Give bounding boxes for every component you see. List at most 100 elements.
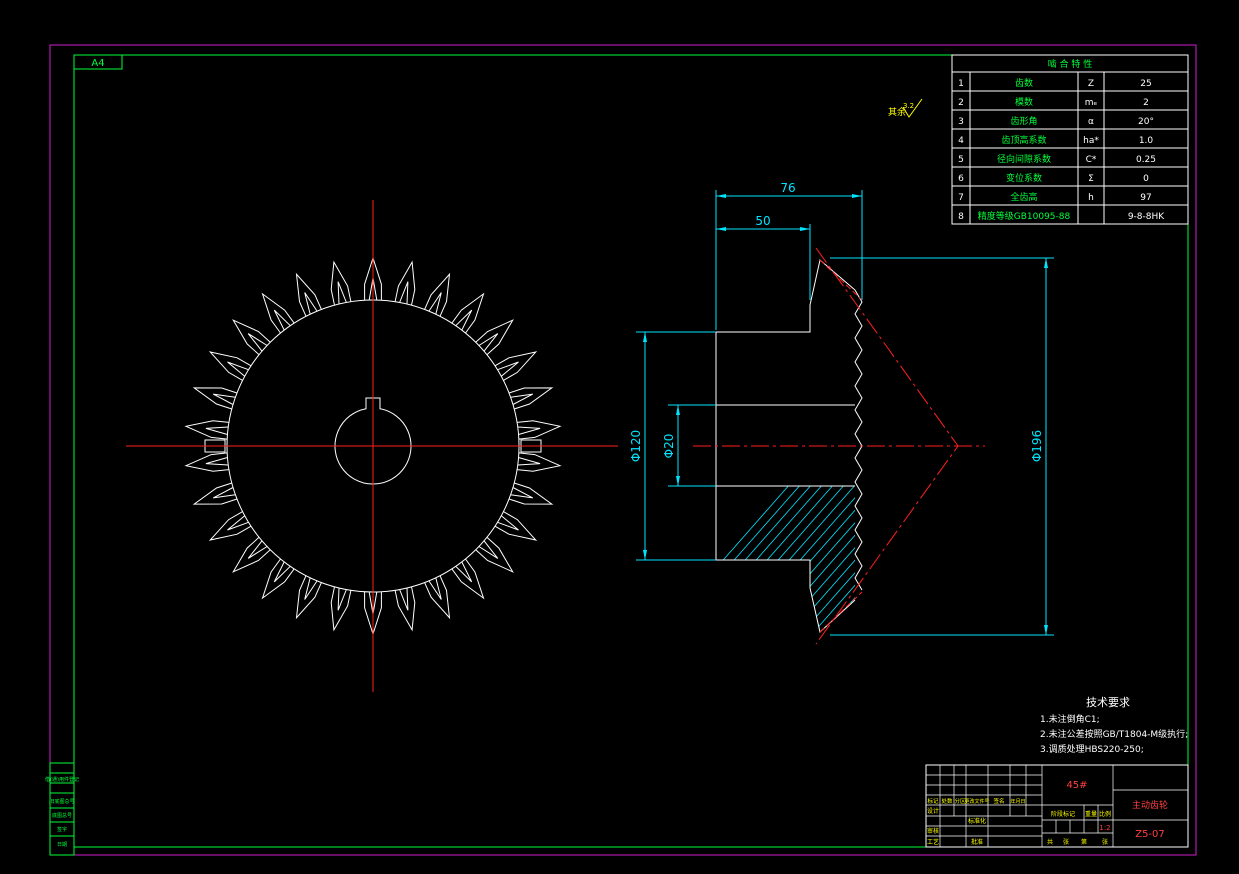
gear-tooth-inner	[399, 281, 409, 305]
gear-tooth	[184, 452, 229, 472]
section-hatch-bottom	[716, 200, 1239, 700]
tb-header-3: 更改文件号	[964, 798, 989, 805]
table-cell-name: 变位系数	[1006, 172, 1042, 184]
hatch-line	[886, 200, 1239, 700]
tb-part-name: 主动齿轮	[1132, 799, 1168, 811]
table-cell-symbol: Z	[1088, 79, 1094, 89]
table-cell-no: 4	[958, 136, 964, 146]
tb-left-0: 设计	[927, 807, 939, 815]
hatch-line	[919, 200, 1239, 700]
table-cell-value: 25	[1140, 79, 1151, 89]
table-cell-name: 齿形角	[1010, 115, 1037, 127]
tech-req-title: 技术要求	[1086, 696, 1130, 709]
hatch-line	[963, 200, 1239, 700]
gear-tooth-inner	[337, 587, 347, 611]
hatch-line	[716, 486, 855, 632]
surface-roughness-symbol: 其余 3.2	[888, 98, 923, 118]
hatch-line	[985, 200, 1239, 700]
table-cell-value: 0	[1143, 174, 1149, 184]
table-cell-value: 2	[1143, 98, 1149, 108]
table-cell-value: 1.0	[1139, 136, 1154, 146]
gear-tooth	[394, 586, 416, 632]
hatch-line	[731, 260, 855, 405]
tb-material: 45#	[1066, 780, 1087, 791]
gear-tooth-inner	[399, 587, 409, 611]
drawing-canvas: A4 借(通)用件登记 旧底图总号 底图总号 签字 日期 其余 3.2 76 5…	[45, 44, 1239, 856]
gear-tooth	[192, 482, 238, 505]
hatch-line	[716, 260, 855, 405]
hatch-line	[775, 260, 855, 405]
hatch-line	[886, 200, 1239, 700]
left-strip: 借(通)用件登记 旧底图总号 底图总号 签字 日期	[45, 762, 79, 856]
section-hatch-top	[716, 200, 1239, 700]
tb-left-1: 审核	[927, 827, 939, 835]
hatch-line	[716, 260, 855, 405]
table-cell-value: 20°	[1138, 117, 1154, 127]
hatch-line	[797, 486, 855, 632]
table-cell-symbol: mₑ	[1085, 98, 1098, 108]
gear-parameter-table: 啮 合 特 性 1 齿数 Z 25 2 模数 mₑ 2 3 齿形角 α 20° 4 齿顶高系数 ha* 1.0…	[951, 54, 1189, 225]
hatch-line	[764, 486, 855, 632]
gear-tooth-inner	[517, 426, 541, 435]
hatch-line	[875, 200, 1239, 700]
tech-req-item-3: 3.调质处理HBS220-250;	[1040, 743, 1144, 755]
table-cell-name: 模数	[1015, 96, 1033, 108]
gear-tooth	[330, 586, 352, 632]
dim-196-label: Φ196	[1030, 430, 1044, 462]
tech-req-item-2: 2.未注公差按照GB/T1804-M级执行;	[1040, 728, 1188, 740]
hatch-line	[786, 486, 855, 632]
hatch-line	[908, 200, 1239, 700]
left-strip-label-2: 旧底图总号	[49, 798, 74, 805]
hatch-line	[716, 260, 855, 405]
table-cell-name: 齿顶高系数	[1001, 134, 1046, 146]
hatch-line	[908, 200, 1239, 700]
hatch-line	[716, 260, 855, 405]
section-outline-bottom	[715, 332, 856, 633]
hatch-line	[720, 260, 855, 405]
gear-tooth-inner	[510, 393, 534, 405]
table-cell-value: 97	[1140, 193, 1151, 203]
hatch-line	[919, 200, 1239, 700]
gear-tooth-inner	[337, 281, 347, 305]
gear-tooth	[517, 452, 562, 472]
dim-120-label: Φ120	[629, 430, 643, 462]
hatch-line	[864, 200, 1239, 700]
hatch-line	[716, 486, 855, 632]
hatch-line	[716, 260, 855, 405]
table-cell-symbol: Σ	[1088, 174, 1094, 184]
hatch-line	[764, 260, 855, 405]
table-cell-symbol: C*	[1086, 155, 1097, 165]
tech-req-item-1: 1.未注倒角C1;	[1040, 713, 1100, 725]
gear-tooth-inner	[517, 457, 541, 466]
gear-tooth-inner	[212, 487, 236, 499]
table-cell-symbol: ha*	[1083, 136, 1099, 146]
left-strip-label-4: 签字	[57, 826, 67, 833]
tb-scale: 1:2	[1099, 824, 1110, 832]
hatch-line	[786, 260, 855, 405]
tb-bottom-0: 共	[1047, 838, 1053, 846]
hatch-line	[742, 260, 855, 405]
tb-bottom-3: 张	[1102, 838, 1108, 846]
hatch-line	[963, 200, 1239, 700]
gear-tooth	[508, 387, 554, 410]
tb-header-0: 标记	[927, 797, 939, 805]
hatch-line	[716, 260, 855, 405]
gear-section-view	[693, 200, 1239, 700]
table-cell-name: 全齿高	[1010, 191, 1037, 203]
hatch-line	[716, 486, 855, 632]
hatch-line	[753, 486, 855, 632]
hatch-line	[930, 200, 1239, 700]
table-cell-no: 3	[958, 117, 964, 127]
left-strip-label-3: 底图总号	[52, 812, 72, 819]
gear-tooth-inner	[510, 487, 534, 499]
dim-76-label: 76	[780, 181, 795, 195]
hatch-line	[716, 486, 855, 632]
hatch-line	[716, 260, 855, 405]
table-cell-no: 5	[958, 155, 964, 165]
tb-header-4: 签名	[993, 797, 1004, 805]
hatch-line	[716, 260, 855, 405]
tooth-zigzag	[854, 289, 863, 591]
hatch-line	[930, 200, 1239, 700]
table-cell-symbol: h	[1088, 193, 1094, 203]
hatch-line	[974, 200, 1239, 700]
